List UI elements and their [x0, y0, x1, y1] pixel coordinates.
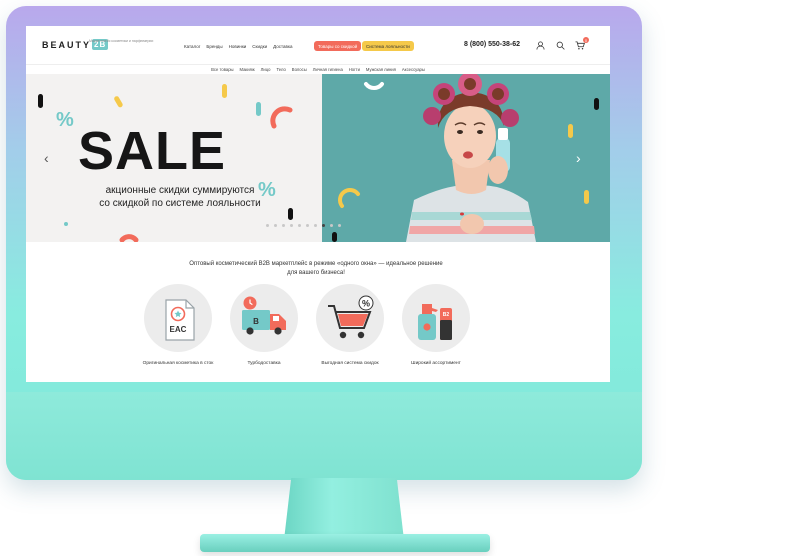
phone-number[interactable]: 8 (800) 550-38-62 — [464, 41, 520, 48]
feature-turbo-delivery[interactable]: B Турбодоставка — [224, 284, 304, 367]
hero-banner: % % SALE акционные скидки суммируются со… — [26, 74, 610, 242]
delivery-truck-icon: B — [230, 284, 298, 352]
feature-original-cosmetics[interactable]: EAC Оригинальная косметика в сток — [138, 284, 218, 367]
site-header: BEAUTY 2B Маркетплейс косметики и парфюм… — [26, 26, 610, 64]
category-link-hygiene[interactable]: Личная гигиена — [313, 67, 343, 72]
features-row: EAC Оригинальная косметика в сток B Турб… — [138, 284, 498, 382]
slider-prev-button[interactable]: ‹ — [44, 150, 49, 166]
search-icon[interactable] — [554, 39, 566, 51]
monitor-chin — [6, 392, 642, 480]
nav-link-discounts[interactable]: Скидки — [252, 44, 267, 49]
hero-title: SALE — [78, 121, 227, 181]
loyalty-program-button[interactable]: Система лояльности — [362, 41, 414, 51]
marketplace-description-line-1: Оптовый косметический B2B маркетплейс в … — [189, 261, 443, 267]
svg-text:%: % — [362, 299, 370, 309]
svg-text:B: B — [253, 317, 259, 326]
category-link-makeup[interactable]: Макияж — [240, 67, 255, 72]
sale-products-button[interactable]: Товары со скидкой — [314, 41, 362, 51]
woman-with-curlers-photo — [322, 74, 610, 242]
category-link-face[interactable]: Лицо — [261, 67, 271, 72]
svg-text:%: % — [56, 109, 74, 131]
cart-icon[interactable]: 0 — [574, 37, 589, 51]
discount-cart-icon: % — [316, 284, 384, 352]
hero-sale-panel: % % SALE акционные скидки суммируются со… — [26, 74, 322, 242]
certificate-icon: EAC — [144, 284, 212, 352]
slider-dot[interactable] — [322, 224, 325, 227]
marketplace-description-line-2: для вашего бизнеса! — [287, 270, 345, 276]
slider-dot[interactable] — [330, 224, 333, 227]
hero-subtitle-line-2: со скидкой по системе лояльности — [99, 198, 261, 209]
hero-photo-panel: › — [322, 74, 610, 242]
nav-link-brands[interactable]: Бренды — [206, 44, 222, 49]
slider-dot[interactable] — [314, 224, 317, 227]
logo-tagline: Маркетплейс косметики и парфюмерии — [89, 39, 154, 43]
feature-wide-assortment[interactable]: B2 Широкий ассортимент — [396, 284, 476, 367]
slider-dot[interactable] — [266, 224, 269, 227]
slider-dot[interactable] — [306, 224, 309, 227]
slider-dot[interactable] — [290, 224, 293, 227]
category-link-nails[interactable]: Ногти — [349, 67, 360, 72]
svg-text:B2: B2 — [443, 312, 450, 318]
slider-dot[interactable] — [282, 224, 285, 227]
monitor-stand-base — [200, 534, 490, 552]
feature-label: Оригинальная косметика в сток — [142, 361, 214, 366]
feature-label: Выгодная система скидок — [321, 361, 379, 366]
slider-dot[interactable] — [274, 224, 277, 227]
top-navigation: Каталог Бренды Новинки Скидки Доставка — [184, 44, 292, 49]
hero-subtitle-line-1: акционные скидки суммируются — [105, 185, 255, 196]
slider-next-button[interactable]: › — [576, 150, 581, 166]
cart-count-badge: 0 — [583, 37, 589, 43]
category-link-men[interactable]: Мужская линия — [366, 67, 396, 72]
category-link-hair[interactable]: Волосы — [292, 67, 307, 72]
category-navigation: Все товары Макияж Лицо Тело Волосы Лична… — [26, 64, 610, 74]
logo-brand-text: BEAUTY — [42, 39, 92, 50]
feature-discount-system[interactable]: % Выгодная система скидок — [310, 284, 390, 367]
slider-dot[interactable] — [298, 224, 301, 227]
feature-label: Широкий ассортимент — [411, 361, 461, 366]
slider-dot[interactable] — [338, 224, 341, 227]
cosmetics-bottles-icon: B2 — [402, 284, 470, 352]
hero-subtitle: акционные скидки суммируются со скидкой … — [80, 184, 280, 210]
slider-pagination — [266, 224, 341, 227]
svg-text:EAC: EAC — [170, 325, 187, 334]
nav-link-new[interactable]: Новинки — [229, 44, 247, 49]
category-link-accessories[interactable]: Аксессуары — [402, 67, 425, 72]
nav-link-catalog[interactable]: Каталог — [184, 44, 200, 49]
user-icon[interactable] — [534, 39, 546, 51]
nav-link-delivery[interactable]: Доставка — [273, 44, 292, 49]
desktop-mockup: BEAUTY 2B Маркетплейс косметики и парфюм… — [0, 0, 785, 556]
category-link-body[interactable]: Тело — [276, 67, 285, 72]
feature-label: Турбодоставка — [247, 361, 281, 366]
monitor-stand-neck — [284, 478, 404, 540]
category-link-all[interactable]: Все товары — [211, 67, 233, 72]
marketplace-description: Оптовый косметический B2B маркетплейс в … — [146, 260, 486, 278]
browser-screen: BEAUTY 2B Маркетплейс косметики и парфюм… — [26, 26, 610, 382]
